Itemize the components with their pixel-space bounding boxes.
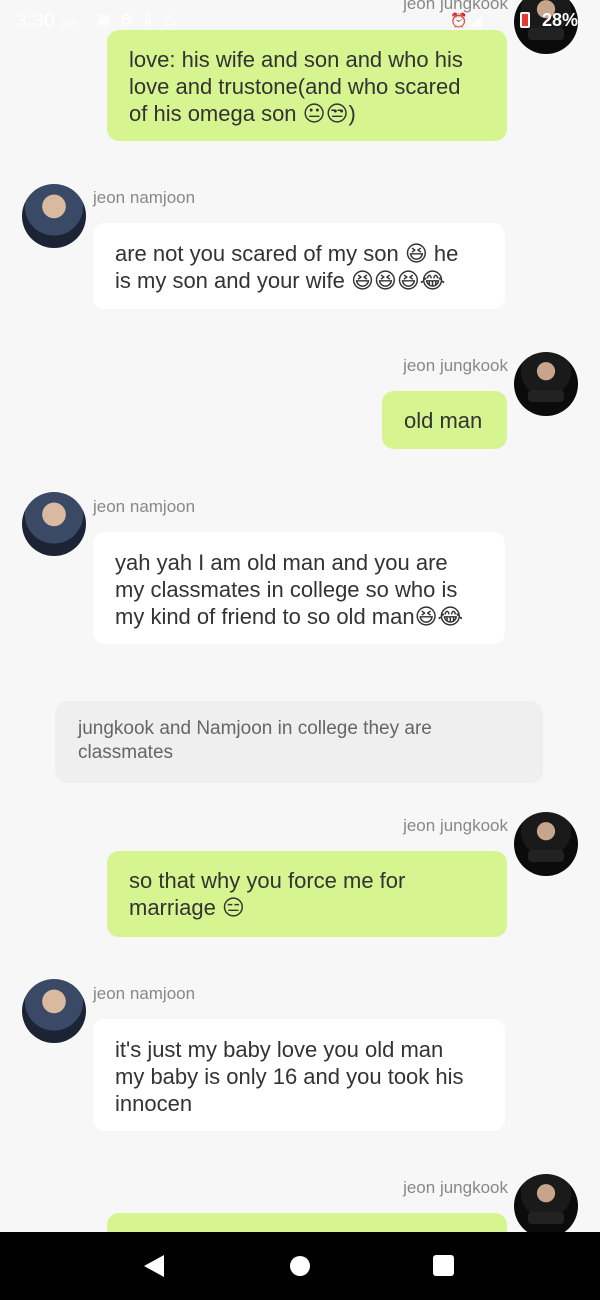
message-text: are not you scared of my son 😆 he is my … bbox=[115, 241, 459, 293]
gear-icon: ⚙ bbox=[119, 12, 142, 29]
download-icon: ⇩ bbox=[141, 12, 163, 29]
sender-name: jeon namjoon bbox=[93, 188, 196, 207]
image-icon: ▣ bbox=[96, 12, 120, 29]
navigation-bar bbox=[0, 1232, 600, 1300]
status-time: 3:30 am bbox=[16, 10, 77, 33]
narration-text: jungkook and Namjoon in college they are… bbox=[78, 718, 432, 763]
battery-level: 28% bbox=[541, 10, 578, 30]
warning-icon: ⚠ bbox=[162, 12, 186, 29]
avatar[interactable] bbox=[22, 184, 86, 248]
message-text: it's just my baby love you old man my ba… bbox=[115, 1037, 464, 1116]
wifi-icon: ◢ bbox=[471, 12, 483, 28]
sender-name: jeon jungkook bbox=[403, 1178, 508, 1197]
avatar[interactable] bbox=[514, 1174, 578, 1238]
message-bubble-in[interactable]: yah yah I am old man and you are my clas… bbox=[93, 532, 505, 644]
notification-icons: ▣⚙⇩⚠ bbox=[96, 10, 185, 30]
avatar[interactable] bbox=[22, 492, 86, 556]
message-text: so that why you force me for marriage 😑 bbox=[129, 868, 406, 920]
clock-time: 3:30 bbox=[16, 10, 55, 32]
message-bubble-out[interactable]: so that why you force me for marriage 😑 bbox=[107, 851, 507, 937]
message-bubble-in[interactable]: it's just my baby love you old man my ba… bbox=[93, 1019, 505, 1131]
message-text: love: his wife and son and who his love … bbox=[129, 47, 463, 126]
message-bubble-in[interactable]: are not you scared of my son 😆 he is my … bbox=[93, 223, 505, 309]
narration-note: jungkook and Namjoon in college they are… bbox=[55, 701, 543, 783]
sender-name: jeon jungkook bbox=[403, 816, 508, 835]
clock-ampm: am bbox=[60, 16, 78, 30]
recents-icon[interactable] bbox=[413, 1232, 473, 1300]
message-text: old man bbox=[404, 408, 483, 433]
sender-name: jeon namjoon bbox=[93, 984, 196, 1003]
battery-icon bbox=[520, 12, 530, 28]
sender-name: jeon jungkook bbox=[403, 356, 508, 375]
avatar[interactable] bbox=[514, 812, 578, 876]
alarm-icon: ⏰ bbox=[450, 12, 468, 28]
message-text: yah yah I am old man and you are my clas… bbox=[115, 550, 464, 629]
avatar[interactable] bbox=[514, 352, 578, 416]
home-icon[interactable] bbox=[270, 1232, 330, 1300]
sender-name: jeon namjoon bbox=[93, 497, 196, 516]
back-icon[interactable] bbox=[124, 1232, 184, 1300]
avatar[interactable] bbox=[22, 979, 86, 1043]
system-icons: ⏰ ◢ bbox=[450, 12, 482, 29]
message-bubble-out[interactable]: old man bbox=[382, 391, 507, 449]
message-bubble-out[interactable]: love: his wife and son and who his love … bbox=[107, 30, 507, 141]
